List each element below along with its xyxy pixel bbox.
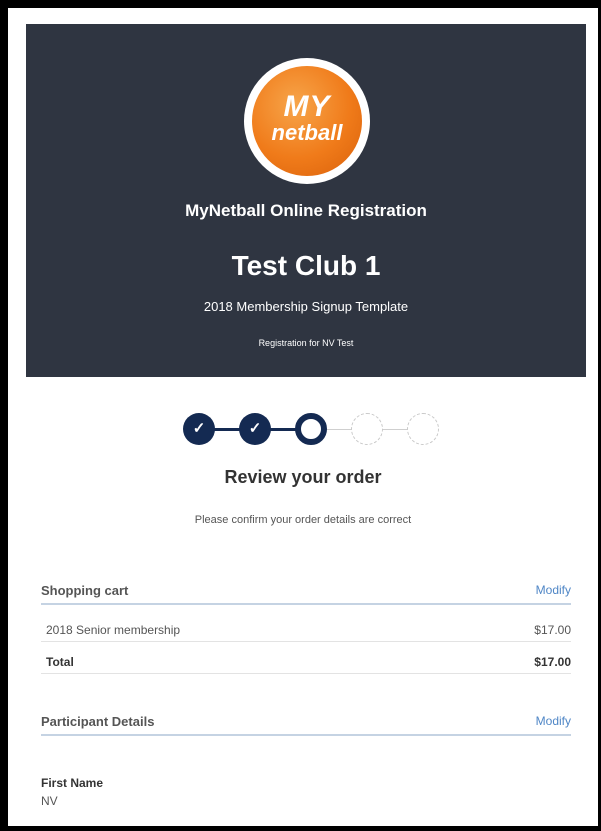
step-4-pending (351, 413, 383, 445)
cart-item-row: 2018 Senior membership $17.00 (41, 616, 571, 642)
logo-badge: MY netball (252, 66, 362, 176)
cart-total-row: Total $17.00 (41, 648, 571, 674)
review-subtitle: Please confirm your order details are co… (194, 514, 412, 526)
step-connector (325, 429, 353, 430)
check-icon: ✓ (192, 420, 206, 437)
registration-title: MyNetball Online Registration (185, 201, 427, 220)
cart-item-price: $17.00 (534, 623, 571, 637)
step-connector (213, 428, 241, 431)
shopping-cart-header: Shopping cart Modify (41, 581, 571, 605)
step-1-complete: ✓ (183, 413, 215, 445)
template-name: 2018 Membership Signup Template (203, 299, 409, 314)
progress-stepper: ✓ ✓ (183, 413, 443, 447)
step-connector (381, 429, 409, 430)
step-2-complete: ✓ (239, 413, 271, 445)
logo-text-my: MY (283, 90, 331, 123)
mynetball-logo: MY netball (244, 58, 370, 184)
step-3-current (295, 413, 327, 445)
shopping-cart-title: Shopping cart (41, 583, 129, 598)
step-5-pending (407, 413, 439, 445)
cart-total-label: Total (46, 655, 74, 669)
shopping-cart-modify-link[interactable]: Modify (536, 583, 571, 597)
cart-total-value: $17.00 (534, 655, 571, 669)
participant-details-title: Participant Details (41, 714, 155, 729)
participant-details-header: Participant Details Modify (41, 712, 571, 736)
step-connector (269, 428, 297, 431)
registration-page: MY netball MyNetball Online Registration… (8, 8, 598, 826)
header-banner: MY netball MyNetball Online Registration… (26, 24, 586, 377)
review-title: Review your order (224, 467, 382, 487)
first-name-value: NV (41, 794, 58, 808)
logo-text-netball: netball (271, 120, 343, 145)
participant-modify-link[interactable]: Modify (536, 714, 571, 728)
first-name-label: First Name (41, 776, 104, 790)
check-icon: ✓ (248, 420, 262, 437)
club-name: Test Club 1 (231, 250, 381, 281)
registration-for: Registration for NV Test (258, 338, 354, 348)
cart-item-name: 2018 Senior membership (46, 623, 181, 637)
